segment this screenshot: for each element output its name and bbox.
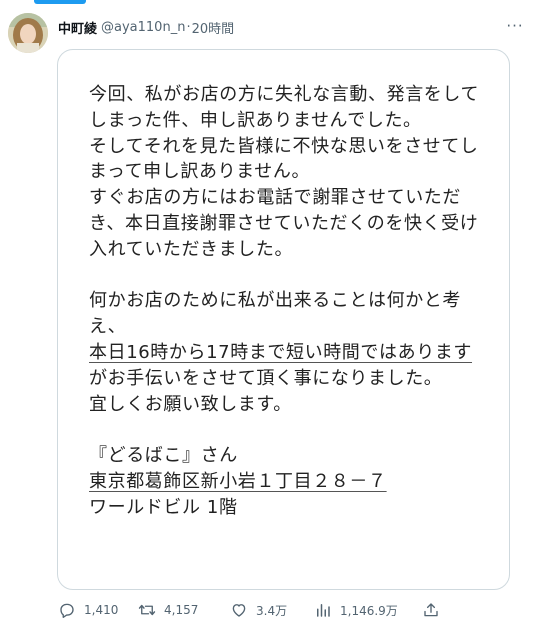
separator: · — [186, 19, 191, 35]
text-line: 何かお店のために私が出来ることは何かと考 — [89, 290, 461, 312]
shop-name: 『どるばこ』さん — [89, 445, 238, 467]
more-options-button[interactable]: ··· — [503, 14, 527, 38]
display-name[interactable]: 中町綾 — [58, 18, 97, 37]
action-bar: 1,410 4,157 3.4万 1,146.9万 — [58, 600, 458, 620]
text-line: そしてそれを見た皆様に不快な思いをさせてし — [89, 135, 479, 157]
reply-icon — [60, 603, 74, 618]
text-line: すぐお店の方にはお電話で謝罪させていただ — [89, 187, 461, 209]
reply-count: 1,410 — [84, 603, 119, 617]
views-icon — [317, 604, 330, 617]
avatar-image — [8, 13, 48, 53]
views-count: 1,146.9万 — [340, 603, 398, 618]
timestamp[interactable]: 20時間 — [192, 18, 235, 37]
text-line-underlined: 本日16時から17時まで短い時間ではあります — [89, 341, 473, 363]
reply-button[interactable]: 1,410 — [58, 600, 118, 620]
apology-text: 今回、私がお店の方に失礼な言動、発言をして しまった件、申し訳ありませんでした。… — [89, 82, 487, 521]
tweet[interactable]: 中町綾 @aya110n_n · 20時間 ··· 今回、私がお店の方に失礼な言… — [0, 0, 541, 630]
like-button[interactable]: 3.4万 — [230, 600, 287, 620]
text-line: え、 — [89, 316, 127, 338]
text-line: 今回、私がお店の方に失礼な言動、発言をして — [89, 84, 480, 105]
shop-building: ワールドビル 1階 — [89, 496, 238, 518]
tweet-header: 中町綾 @aya110n_n · 20時間 ··· — [58, 16, 527, 38]
text-line: まって申し訳ありません。 — [89, 161, 311, 183]
like-count: 3.4万 — [256, 603, 288, 618]
like-icon — [232, 604, 246, 617]
text-line: 宜しくお願い致します。 — [89, 393, 292, 415]
share-icon — [424, 603, 438, 617]
retweet-count: 4,157 — [164, 603, 199, 617]
retweet-button[interactable]: 4,157 — [138, 600, 198, 620]
more-icon: ··· — [506, 17, 524, 35]
text-line: き、本日直接謝罪させていただくのを快く受け — [89, 212, 479, 234]
shop-address: 東京都葛飾区新小岩１丁目２８－７ — [89, 470, 387, 492]
user-handle[interactable]: @aya110n_n — [101, 20, 185, 35]
avatar[interactable] — [8, 13, 48, 53]
tweet-image-card[interactable]: 今回、私がお店の方に失礼な言動、発言をして しまった件、申し訳ありませんでした。… — [57, 49, 510, 590]
retweet-icon — [138, 604, 156, 616]
text-line: 入れていただきました。 — [89, 238, 294, 260]
share-button[interactable] — [422, 600, 440, 620]
text-line: がお手伝いをさせて頂く事になりました。 — [89, 367, 443, 389]
text-line: しまった件、申し訳ありませんでした。 — [89, 109, 422, 131]
top-accent-bar — [34, 0, 86, 4]
views-button[interactable]: 1,146.9万 — [314, 600, 398, 620]
